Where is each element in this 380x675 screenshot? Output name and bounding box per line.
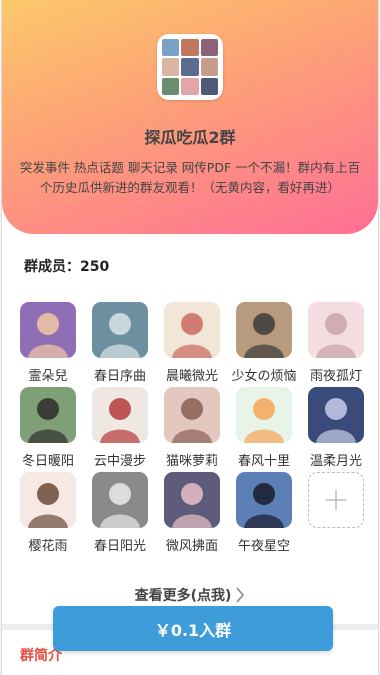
member-name: 春日阳光 xyxy=(93,539,146,554)
member-name: 雨夜孤灯 xyxy=(309,369,362,384)
member-avatar xyxy=(236,302,292,358)
member-avatar xyxy=(236,472,292,528)
group-description: 突发事件 热点话题 聊天记录 网传PDF 一个不漏！群内有上百个历史瓜供新进的群… xyxy=(19,160,361,195)
member-avatar xyxy=(308,302,364,358)
member-avatar xyxy=(20,472,76,528)
view-more-label: 查看更多(点我) xyxy=(134,588,232,604)
member-item[interactable]: 猫咪萝莉 xyxy=(156,387,228,472)
member-name: 晨曦微光 xyxy=(165,369,218,384)
member-item[interactable]: 云中漫步 xyxy=(84,387,156,472)
member-avatar xyxy=(92,387,148,443)
member-name: 少女の烦恼 xyxy=(231,369,297,384)
member-item[interactable]: 霊朵兒 xyxy=(12,302,84,387)
member-name: 温柔月光 xyxy=(309,454,362,469)
member-name: 春风十里 xyxy=(237,454,290,469)
member-item[interactable]: 温柔月光 xyxy=(300,387,372,472)
member-name: 冬日暖阳 xyxy=(21,454,74,469)
member-item[interactable]: 少女の烦恼 xyxy=(228,302,300,387)
member-name: 春日序曲 xyxy=(93,369,146,384)
member-item[interactable]: 冬日暖阳 xyxy=(12,387,84,472)
group-avatar xyxy=(157,34,223,100)
member-name: 樱花雨 xyxy=(28,539,68,554)
member-avatar xyxy=(308,387,364,443)
member-item[interactable]: 晨曦微光 xyxy=(156,302,228,387)
member-item[interactable]: 春日序曲 xyxy=(84,302,156,387)
member-name: 云中漫步 xyxy=(93,454,146,469)
member-grid: 霊朵兒 春日序曲 晨曦微光 少女の烦恼 雨夜孤灯冬日暖阳 云中漫步 猫咪萝莉 春风十里 温柔月光… xyxy=(12,302,372,557)
member-item[interactable]: 春日阳光 xyxy=(84,472,156,557)
add-member-button[interactable] xyxy=(308,472,364,528)
chevron-right-icon xyxy=(236,587,245,603)
member-avatar xyxy=(236,387,292,443)
member-avatar xyxy=(164,387,220,443)
member-count: 群成员：250 xyxy=(24,259,110,275)
member-name: 猫咪萝莉 xyxy=(165,454,218,469)
member-item[interactable]: 樱花雨 xyxy=(12,472,84,557)
member-avatar xyxy=(20,302,76,358)
join-group-button[interactable]: ￥0.1入群 xyxy=(53,606,333,651)
group-title: 探瓜吃瓜2群 xyxy=(144,128,236,147)
group-header: 探瓜吃瓜2群 突发事件 热点话题 聊天记录 网传PDF 一个不漏！群内有上百个历… xyxy=(2,0,378,234)
member-avatar xyxy=(164,472,220,528)
member-item[interactable]: 午夜星空 xyxy=(228,472,300,557)
add-member-item[interactable] xyxy=(300,472,372,557)
page-frame: 探瓜吃瓜2群 突发事件 热点话题 聊天记录 网传PDF 一个不漏！群内有上百个历… xyxy=(1,0,379,675)
member-item[interactable]: 微风拂面 xyxy=(156,472,228,557)
view-more-link[interactable]: 查看更多(点我) xyxy=(2,585,378,605)
member-item[interactable]: 春风十里 xyxy=(228,387,300,472)
member-avatar xyxy=(92,302,148,358)
member-avatar xyxy=(164,302,220,358)
member-avatar xyxy=(20,387,76,443)
member-name: 微风拂面 xyxy=(165,539,218,554)
plus-icon xyxy=(326,490,346,510)
member-avatar xyxy=(92,472,148,528)
member-name: 午夜星空 xyxy=(237,539,290,554)
member-name: 霊朵兒 xyxy=(28,369,68,384)
member-item[interactable]: 雨夜孤灯 xyxy=(300,302,372,387)
